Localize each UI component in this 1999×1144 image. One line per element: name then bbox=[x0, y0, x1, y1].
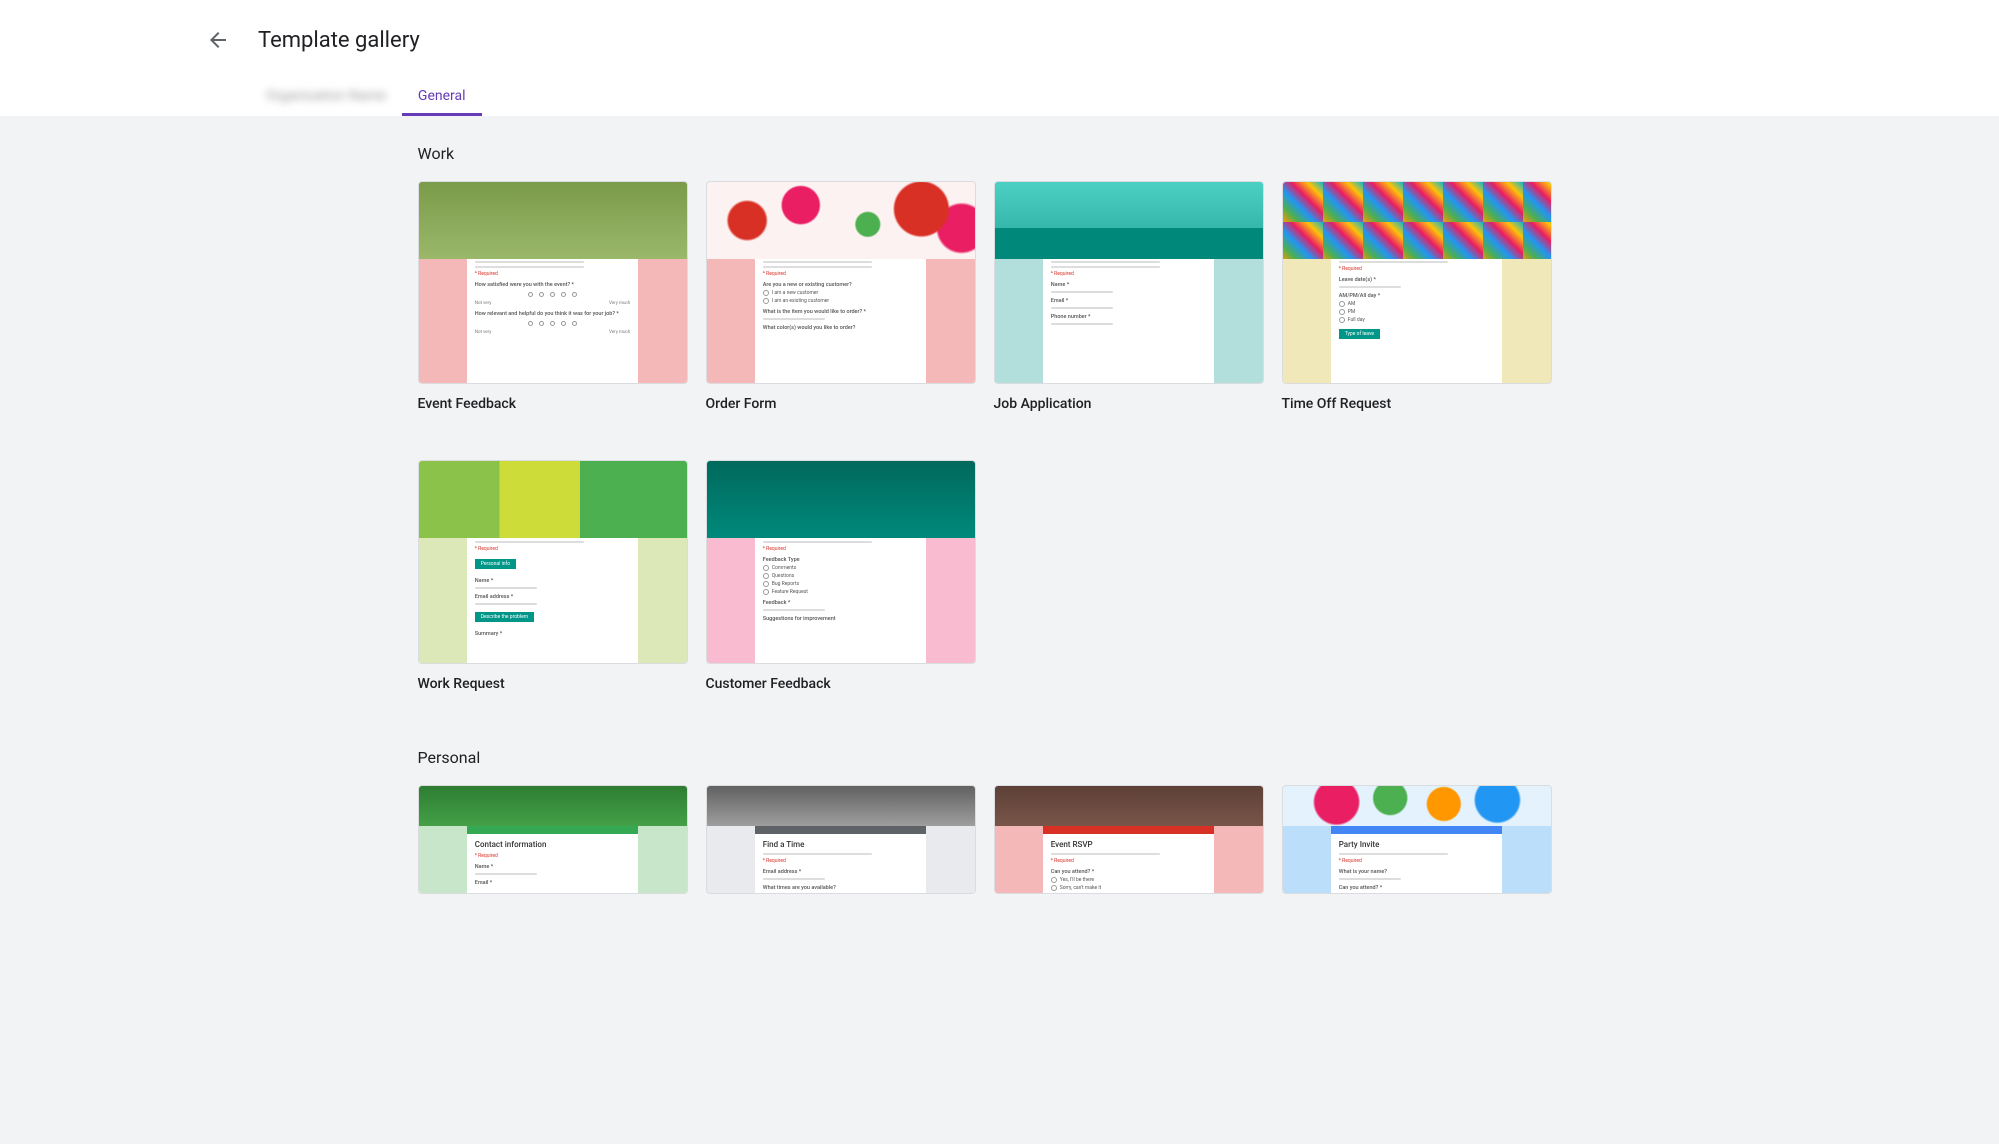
template-thumbnail: Event RSVP * Required Can you attend? * … bbox=[994, 785, 1264, 894]
template-title: Customer Feedback bbox=[706, 676, 976, 692]
template-thumbnail: Order Request * Required Are you a new o… bbox=[706, 181, 976, 384]
template-card-find-a-time[interactable]: Find a Time * Required Email address * W… bbox=[706, 785, 976, 894]
template-thumbnail: Work Request * Required Personal info Na… bbox=[418, 460, 688, 663]
section-title-personal: Personal bbox=[410, 720, 1560, 785]
template-thumbnail: Party Invite * Required What is your nam… bbox=[1282, 785, 1552, 894]
template-thumbnail: Event feedback * Required How satisfied … bbox=[418, 181, 688, 384]
template-card-order-form[interactable]: Order Request * Required Are you a new o… bbox=[706, 181, 976, 412]
template-card-contact-information[interactable]: Contact information * Required Name * Em… bbox=[418, 785, 688, 894]
template-title: Time Off Request bbox=[1282, 396, 1552, 412]
back-button[interactable] bbox=[194, 16, 242, 64]
template-card-event-feedback[interactable]: Event feedback * Required How satisfied … bbox=[418, 181, 688, 412]
thumb-form-title: Contact information bbox=[475, 840, 631, 849]
template-card-customer-feedback[interactable]: Customer Feedback * Required Feedback Ty… bbox=[706, 460, 976, 691]
grid-work-row2: Work Request * Required Personal info Na… bbox=[410, 460, 1560, 691]
header: Template gallery bbox=[0, 0, 1999, 80]
tab-organization[interactable]: Organization Name bbox=[250, 80, 402, 116]
template-thumbnail: Time off request form * Required Leave d… bbox=[1282, 181, 1552, 384]
page-title: Template gallery bbox=[258, 28, 420, 53]
template-thumbnail: Contact information * Required Name * Em… bbox=[418, 785, 688, 894]
thumb-form-title: Find a Time bbox=[763, 840, 919, 849]
grid-personal-row1: Contact information * Required Name * Em… bbox=[410, 785, 1560, 894]
template-title: Job Application bbox=[994, 396, 1264, 412]
template-title: Order Form bbox=[706, 396, 976, 412]
section-title-work: Work bbox=[410, 116, 1560, 181]
template-title: Work Request bbox=[418, 676, 688, 692]
template-thumbnail: Job application form * Required Name * E… bbox=[994, 181, 1264, 384]
template-thumbnail: Find a Time * Required Email address * W… bbox=[706, 785, 976, 894]
template-thumbnail: Customer Feedback * Required Feedback Ty… bbox=[706, 460, 976, 663]
template-card-work-request[interactable]: Work Request * Required Personal info Na… bbox=[418, 460, 688, 691]
arrow-left-icon bbox=[206, 28, 230, 52]
template-card-time-off-request[interactable]: Time off request form * Required Leave d… bbox=[1282, 181, 1552, 412]
template-title: Event Feedback bbox=[418, 396, 688, 412]
tab-general[interactable]: General bbox=[402, 80, 482, 116]
content-area: Work Event feedback * Required How satis… bbox=[0, 116, 1999, 1144]
template-card-event-rsvp[interactable]: Event RSVP * Required Can you attend? * … bbox=[994, 785, 1264, 894]
tabs: Organization Name General bbox=[0, 80, 1999, 116]
template-card-job-application[interactable]: Job application form * Required Name * E… bbox=[994, 181, 1264, 412]
thumb-form-title: Party Invite bbox=[1339, 840, 1495, 849]
grid-work-row1: Event feedback * Required How satisfied … bbox=[410, 181, 1560, 412]
template-card-party-invite[interactable]: Party Invite * Required What is your nam… bbox=[1282, 785, 1552, 894]
thumb-form-title: Event RSVP bbox=[1051, 840, 1207, 849]
